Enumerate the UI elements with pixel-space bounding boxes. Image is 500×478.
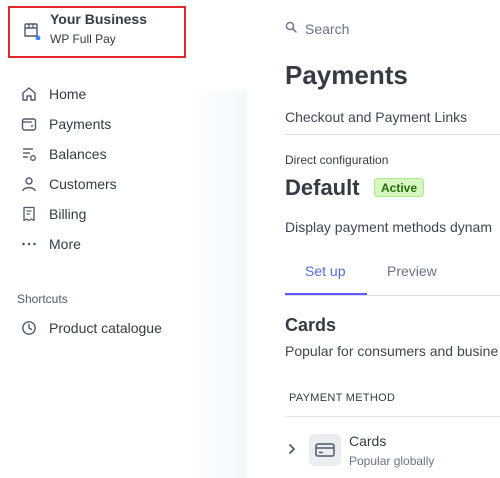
config-name: Default [285, 175, 360, 200]
config-label: Direct configuration [285, 153, 389, 167]
sidebar-item-more[interactable]: More [20, 233, 81, 255]
status-badge: Active [374, 178, 425, 197]
sidebar-item-payments[interactable]: Payments [20, 113, 111, 135]
table-row[interactable]: Cards Popular globally [285, 430, 500, 472]
section-heading: Cards [285, 315, 337, 335]
divider [285, 134, 500, 135]
column-header: PAYMENT METHOD [289, 392, 396, 404]
shortcuts-heading: Shortcuts [17, 292, 68, 306]
sidebar-item-label: Balances [49, 146, 107, 162]
sidebar-item-balances[interactable]: Balances [20, 143, 107, 165]
sidebar-item-label: Payments [49, 116, 112, 132]
sidebar-item-label: Home [49, 86, 87, 102]
search-icon [285, 20, 297, 38]
sidebar-item-home[interactable]: Home [20, 83, 86, 105]
page-title: Payments [285, 60, 408, 90]
search-placeholder: Search [305, 21, 350, 37]
page-subtitle: Checkout and Payment Links [285, 109, 468, 125]
clock-icon [20, 319, 38, 337]
main-content: Search Payments Checkout and Payment Lin… [285, 0, 500, 478]
receipt-icon [20, 205, 38, 223]
balances-icon [20, 145, 38, 163]
account-subtitle: WP Full Pay [50, 32, 116, 46]
chevron-right-icon[interactable] [287, 442, 299, 456]
sidebar-item-label: Billing [49, 206, 87, 222]
section-description: Popular for consumers and busine [285, 343, 499, 359]
sidebar-shade [185, 90, 247, 478]
home-icon [20, 85, 38, 103]
account-switcher[interactable]: Your Business WP Full Pay [8, 6, 186, 58]
sidebar-item-billing[interactable]: Billing [20, 203, 86, 225]
shortcut-item-label: Product catalogue [49, 320, 162, 336]
table-divider [285, 416, 500, 417]
tab-set-up[interactable]: Set up [305, 263, 345, 279]
wallet-icon [20, 115, 38, 133]
payment-method-name: Cards [349, 433, 387, 449]
tab-preview[interactable]: Preview [387, 263, 437, 279]
sidebar-item-label: Customers [49, 176, 117, 192]
account-name: Your Business [50, 11, 147, 27]
payment-method-note: Popular globally [349, 454, 435, 468]
config-description: Display payment methods dynam [285, 219, 492, 235]
search-bar[interactable]: Search [285, 20, 349, 38]
credit-card-icon [309, 434, 341, 466]
store-icon [23, 22, 41, 41]
shortcut-item-product-catalogue[interactable]: Product catalogue [20, 317, 162, 339]
tabs-divider [285, 295, 500, 296]
sidebar-item-customers[interactable]: Customers [20, 173, 117, 195]
person-icon [20, 175, 38, 193]
sidebar: Your Business WP Full Pay Home Payments … [0, 0, 247, 478]
more-dots-icon [20, 235, 38, 253]
sidebar-item-label: More [49, 236, 81, 252]
